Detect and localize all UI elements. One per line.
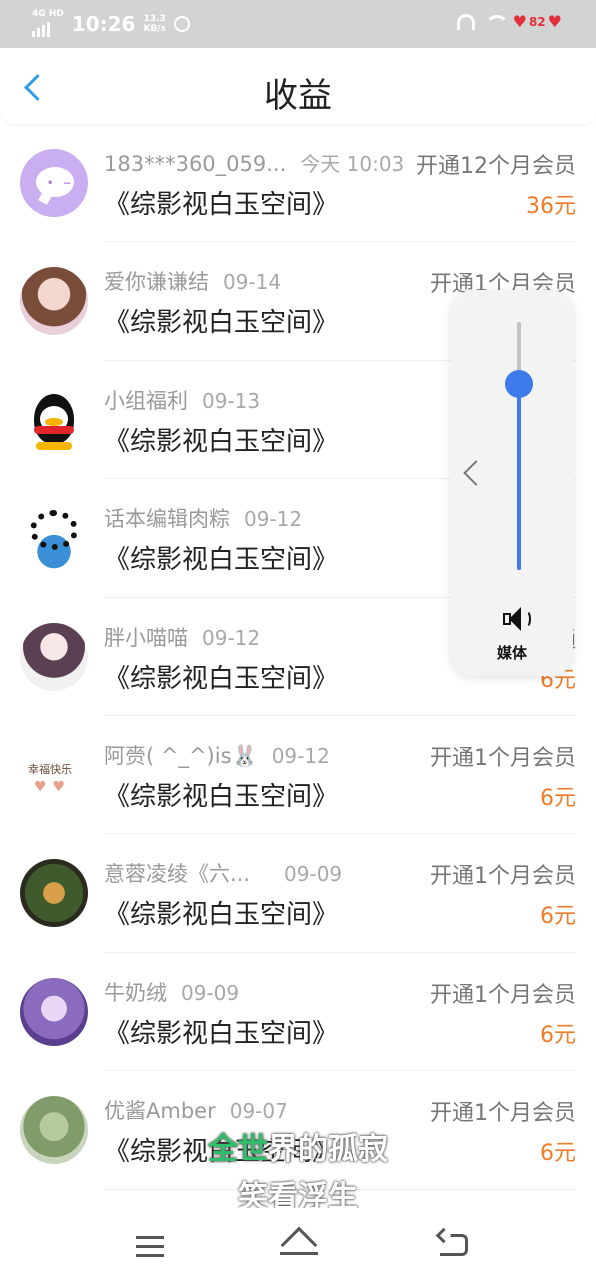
date: 09-07: [229, 1099, 288, 1124]
heart-right-icon: ♥: [547, 12, 562, 31]
book-title: 《综影视白玉空间》: [104, 663, 339, 694]
speed-value: 13.3: [143, 13, 166, 24]
virus-earth-avatar: [20, 504, 88, 573]
home-icon[interactable]: [280, 1226, 318, 1264]
user-name-line: 意蓉凌绫《六... 09-09: [104, 858, 342, 888]
volume-stream-label: 媒体: [496, 644, 527, 662]
amount: 6元: [540, 785, 576, 811]
amount: 36元: [526, 194, 576, 219]
battery-level: 82: [528, 14, 546, 29]
list-item[interactable]: 牛奶绒 09-09 开通1个月会员 《综影视白玉空间》 6元: [0, 953, 596, 1072]
book-title: 《综影视白玉空间》: [104, 545, 339, 576]
girl-avatar: [20, 267, 88, 336]
network-label: 4G HD: [32, 9, 64, 19]
date: 09-12: [202, 625, 261, 650]
book-title: 《综影视白玉空间》: [104, 900, 339, 931]
app-icon: [173, 15, 190, 32]
book-title: 《综影视白玉空间》: [104, 308, 339, 339]
user-name-line: 183***360_059... 今天 10:03: [104, 148, 404, 177]
lyric-line-1: 全世界的孤寂: [0, 1124, 596, 1168]
user-name: 话本编辑肉粽: [104, 507, 230, 532]
user-name: 意蓉凌绫《六...: [104, 862, 251, 887]
purple-anime-avatar: [20, 977, 88, 1046]
user-name: 胖小喵喵: [104, 625, 188, 650]
date: 09-12: [271, 743, 330, 768]
speed-unit: KB/s: [143, 23, 166, 34]
user-name-line: 优酱Amber 09-07: [104, 1095, 288, 1125]
list-item[interactable]: • ~ 183***360_059... 今天 10:03 开通12个月会员 《综…: [0, 124, 596, 243]
date: 09-14: [223, 270, 282, 295]
volume-collapse-button[interactable]: [455, 456, 487, 492]
book-title: 《综影视白玉空间》: [104, 190, 339, 220]
signal-icon: [32, 19, 64, 37]
network-indicator: 4G HD: [32, 10, 64, 37]
status-left: 4G HD 10:26 13.3 KB/s: [32, 10, 190, 37]
date: 今天 10:03: [300, 152, 405, 176]
list-item[interactable]: 幸福快乐 ♥♥ 阿赍( ^_^)is🐰 09-12 开通1个月会员 《综影视白玉空间…: [0, 716, 596, 835]
navigation-bar: [0, 1208, 596, 1280]
action-text: 开通1个月会员: [430, 745, 576, 771]
back-icon[interactable]: [440, 1234, 468, 1256]
user-name-line: 爱你谦谦结 09-14: [104, 266, 281, 296]
page-title: 收益: [264, 76, 332, 116]
volume-slider-fill: [517, 384, 521, 570]
volume-panel: 媒体: [451, 290, 573, 676]
action-text: 开通1个月会员: [430, 1101, 576, 1127]
book-title: 《综影视白玉空间》: [104, 426, 339, 457]
status-right: ♥ 82 ♥: [456, 12, 562, 31]
action-text: 开通12个月会员: [416, 154, 576, 179]
amount: 6元: [540, 1022, 576, 1048]
menu-icon[interactable]: [136, 1236, 164, 1257]
user-name: 阿赍( ^_^)is🐰: [104, 743, 258, 768]
book-title: 《综影视白玉空间》: [104, 781, 339, 812]
speaker-icon[interactable]: [501, 604, 537, 634]
headphone-icon: [456, 13, 475, 30]
date: 09-12: [244, 507, 303, 532]
lyric-highlight: 全世: [208, 1132, 268, 1167]
avatar-text: 幸福快乐: [28, 762, 72, 776]
user-name-line: 话本编辑肉粽 09-12: [104, 503, 302, 533]
user-name-line: 胖小喵喵 09-12: [104, 622, 260, 652]
user-name: 183***360_059...: [104, 152, 287, 176]
date: 09-13: [202, 388, 261, 413]
volume-slider[interactable]: [517, 322, 521, 570]
wifi-icon: [483, 13, 509, 31]
list-item[interactable]: 意蓉凌绫《六... 09-09 开通1个月会员 《综影视白玉空间》 6元: [0, 834, 596, 954]
user-name-line: 牛奶绒 09-09: [104, 977, 239, 1007]
user-name: 牛奶绒: [104, 980, 167, 1005]
network-speed: 13.3 KB/s: [143, 14, 165, 34]
action-text: 开通1个月会员: [430, 864, 576, 890]
lyric-rest: 界的孤寂: [268, 1132, 388, 1167]
status-bar: 4G HD 10:26 13.3 KB/s ♥ 82 ♥: [0, 0, 596, 48]
clock: 10:26: [71, 11, 136, 36]
date: 09-09: [181, 980, 240, 1005]
user-name-line: 阿赍( ^_^)is🐰 09-12: [104, 740, 330, 770]
user-name-line: 小组福利 09-13: [104, 385, 260, 415]
volume-slider-thumb[interactable]: [505, 370, 533, 398]
action-text: 开通1个月会员: [430, 982, 576, 1008]
user-name: 爱你谦谦结: [104, 270, 209, 295]
happy-hands-avatar: 幸福快乐 ♥♥: [20, 740, 88, 809]
book-title: 《综影视白玉空间》: [104, 1018, 339, 1049]
battery-heart-icon: ♥ 82 ♥: [513, 12, 562, 31]
qq-penguin-avatar: [20, 385, 88, 454]
chat-bubble-avatar: • ~: [20, 149, 88, 217]
header: 收益: [0, 48, 596, 124]
user-name: 优酱Amber: [104, 1099, 216, 1124]
heart-wreath-avatar: [20, 859, 88, 928]
amount: 6元: [540, 904, 576, 930]
drawn-girl-avatar: [20, 622, 88, 691]
user-name: 小组福利: [104, 388, 188, 413]
date: 09-09: [284, 862, 343, 887]
heart-left-icon: ♥: [512, 12, 527, 31]
